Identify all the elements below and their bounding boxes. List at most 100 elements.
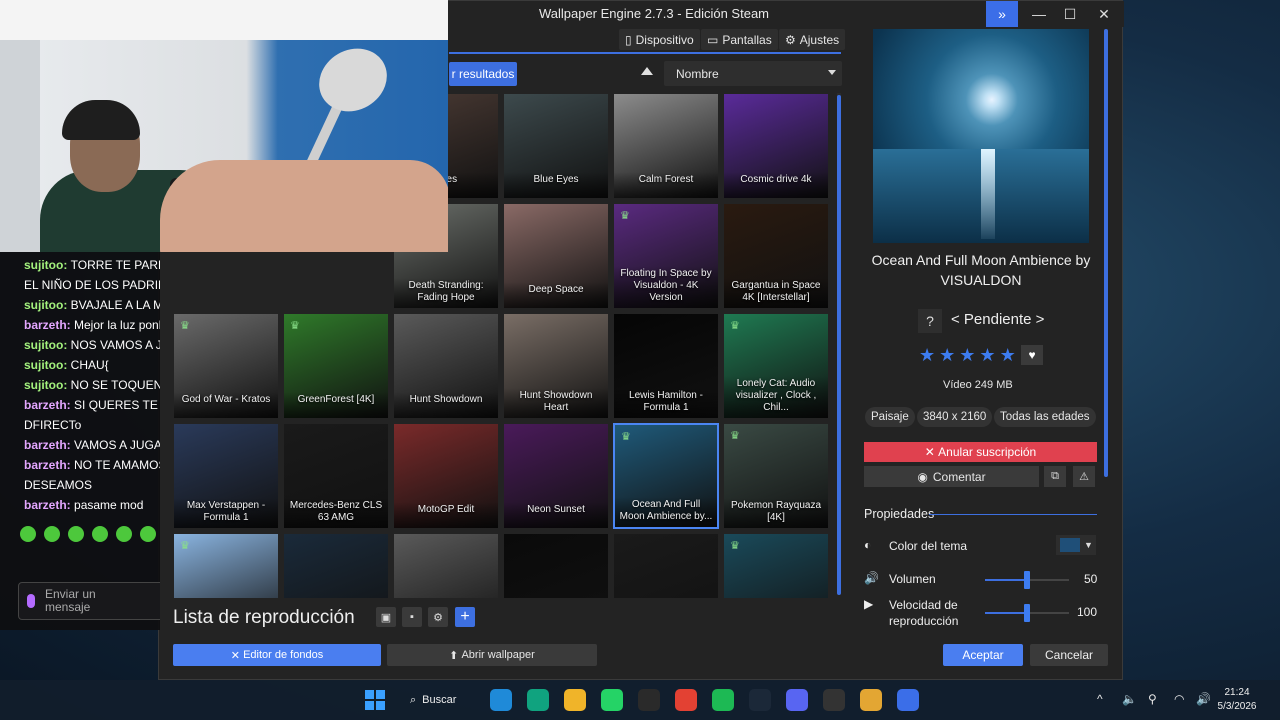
wallpaper-tile[interactable]: Deep Space [503, 203, 609, 309]
tag-chip[interactable]: Todas las edades [994, 407, 1096, 427]
wallpaper-tile[interactable]: Calm Forest [613, 93, 719, 199]
speed-slider[interactable] [985, 604, 1069, 622]
wallpaper-tile[interactable]: Cosmic drive 4k [723, 93, 829, 199]
copy-icon[interactable]: ⧉ [1044, 466, 1066, 487]
wallpaper-tile[interactable]: Hunt Showdown Heart [503, 313, 609, 419]
wallpaper-tile[interactable] [393, 533, 499, 598]
screens-button[interactable]: ▭ Pantallas [701, 29, 778, 50]
emote-icon[interactable] [68, 526, 84, 542]
save-icon[interactable]: ▪ [402, 607, 422, 627]
wallpaper-tile[interactable]: Gargantua in Space 4K [Interstellar] [723, 203, 829, 309]
chat-username[interactable]: sujitoo: [24, 358, 71, 372]
unsubscribe-button[interactable]: ✕ Anular suscripción [864, 442, 1097, 462]
obs-icon[interactable] [823, 689, 845, 711]
grid-scrollbar-thumb[interactable] [837, 95, 841, 595]
wallpaper-tile[interactable]: ♛ Floating In Space by Visualdon - 4K Ver… [613, 203, 719, 309]
epic-games-icon[interactable] [638, 689, 660, 711]
volume-icon[interactable]: 🔊 [1196, 692, 1211, 706]
folder-icon[interactable]: ▣ [376, 607, 396, 627]
chat-username[interactable]: sujitoo: [24, 378, 71, 392]
wallpaper-tile[interactable]: ♛ God of War - Kratos [173, 313, 279, 419]
speed-slider-knob[interactable] [1024, 604, 1030, 622]
chrome-icon[interactable] [675, 689, 697, 711]
device-button[interactable]: ▯ Dispositivo [619, 29, 700, 50]
wallpaper-engine-icon[interactable] [897, 689, 919, 711]
chat-username[interactable]: barzeth: [24, 498, 74, 512]
emote-icon[interactable] [116, 526, 132, 542]
chevron-up-icon[interactable]: ^ [1097, 692, 1103, 706]
network-icon[interactable]: ⚲ [1148, 692, 1157, 706]
cancel-button[interactable]: Cancelar [1030, 644, 1108, 666]
emote-icon[interactable] [140, 526, 156, 542]
chat-username[interactable]: barzeth: [24, 458, 74, 472]
discord-icon[interactable] [786, 689, 808, 711]
add-playlist-icon[interactable]: + [455, 607, 475, 627]
chatgpt-icon[interactable] [527, 689, 549, 711]
comment-button[interactable]: ◉ Comentar [864, 466, 1039, 487]
accept-button[interactable]: Aceptar [943, 644, 1023, 666]
emote-icon[interactable] [44, 526, 60, 542]
wallpaper-tile[interactable]: ♛ Lonely Cat: Audio visualizer , Clock , … [723, 313, 829, 419]
details-scrollbar[interactable] [1104, 29, 1108, 477]
wallpaper-tile[interactable]: ♛ [173, 533, 279, 598]
volume-slider-knob[interactable] [1024, 571, 1030, 589]
edge-icon[interactable] [490, 689, 512, 711]
wallpaper-tile[interactable]: Max Verstappen - Formula 1 [173, 423, 279, 529]
star-rating[interactable]: ★ ★ ★ ★ ★ [919, 346, 1016, 364]
taskbar-search[interactable]: ⌕ Buscar [410, 689, 470, 711]
emote-icon[interactable] [92, 526, 108, 542]
settings-button[interactable]: ⚙ Ajustes [779, 29, 846, 50]
wallpaper-tile[interactable]: ♛ Ocean And Full Moon Ambience by... [613, 423, 719, 529]
spotify-icon[interactable] [712, 689, 734, 711]
wallpaper-tile[interactable]: Blue Eyes [503, 93, 609, 199]
open-wallpaper-button[interactable]: ⬆ Abrir wallpaper [387, 644, 597, 666]
wallpaper-tile[interactable]: ♛ [723, 533, 829, 598]
wallpaper-editor-button[interactable]: ✕ Editor de fondos [173, 644, 381, 666]
minimize-icon[interactable]: — [1024, 1, 1054, 27]
wallpaper-tile[interactable]: Mercedes-Benz CLS 63 AMG [283, 423, 389, 529]
chat-input[interactable]: Enviar un mensaje [18, 582, 160, 620]
forward-icon[interactable]: » [986, 1, 1018, 27]
tag-chip[interactable]: Paisaje [865, 407, 915, 427]
chat-username[interactable]: barzeth: [24, 318, 74, 332]
filter-results-button[interactable]: r resultados [449, 62, 517, 86]
wallpaper-tile[interactable]: MotoGP Edit [393, 423, 499, 529]
chrome-dev-icon[interactable] [860, 689, 882, 711]
favorite-heart-icon[interactable]: ♥ [1021, 345, 1043, 365]
wallpaper-tile[interactable] [503, 533, 609, 598]
chat-username[interactable]: sujitoo: [24, 298, 71, 312]
wallpaper-tile[interactable]: ♛ Pokemon Rayquaza [4K] [723, 423, 829, 529]
close-icon[interactable]: ✕ [1089, 1, 1119, 27]
file-explorer-icon[interactable] [564, 689, 586, 711]
star-icon[interactable]: ★ [1000, 346, 1016, 364]
grid-scrollbar[interactable] [837, 93, 841, 595]
star-icon[interactable]: ★ [979, 346, 995, 364]
sort-select[interactable]: Nombre [664, 61, 842, 86]
whatsapp-icon[interactable] [601, 689, 623, 711]
wallpaper-tile[interactable] [613, 533, 719, 598]
maximize-icon[interactable]: ☐ [1055, 1, 1085, 27]
start-menu-icon[interactable] [365, 690, 385, 710]
rating-help-button[interactable]: ? [918, 309, 942, 333]
speaker-icon[interactable]: 🔈 [1122, 692, 1137, 706]
playlist-settings-icon[interactable]: ⚙ [428, 607, 448, 627]
wallpaper-tile[interactable]: ♛ GreenForest [4K] [283, 313, 389, 419]
emote-icon[interactable] [20, 526, 36, 542]
tag-chip[interactable]: 3840 x 2160 [917, 407, 993, 427]
star-icon[interactable]: ★ [919, 346, 935, 364]
chat-username[interactable]: barzeth: [24, 438, 74, 452]
star-icon[interactable]: ★ [939, 346, 955, 364]
star-icon[interactable]: ★ [959, 346, 975, 364]
wallpaper-tile[interactable]: Lewis Hamilton - Formula 1 [613, 313, 719, 419]
theme-color-picker[interactable]: ▼ [1056, 535, 1096, 555]
system-clock[interactable]: 21:24 5/3/2026 [1212, 686, 1262, 714]
sort-ascending-icon[interactable] [641, 67, 653, 75]
steam-icon[interactable] [749, 689, 771, 711]
wifi-icon[interactable]: ◠ [1174, 692, 1184, 706]
chat-username[interactable]: barzeth: [24, 398, 74, 412]
warning-icon[interactable]: ⚠ [1073, 466, 1095, 487]
wallpaper-tile[interactable] [283, 533, 389, 598]
wallpaper-tile[interactable]: Neon Sunset [503, 423, 609, 529]
volume-slider[interactable] [985, 571, 1069, 589]
wallpaper-tile[interactable]: Hunt Showdown [393, 313, 499, 419]
